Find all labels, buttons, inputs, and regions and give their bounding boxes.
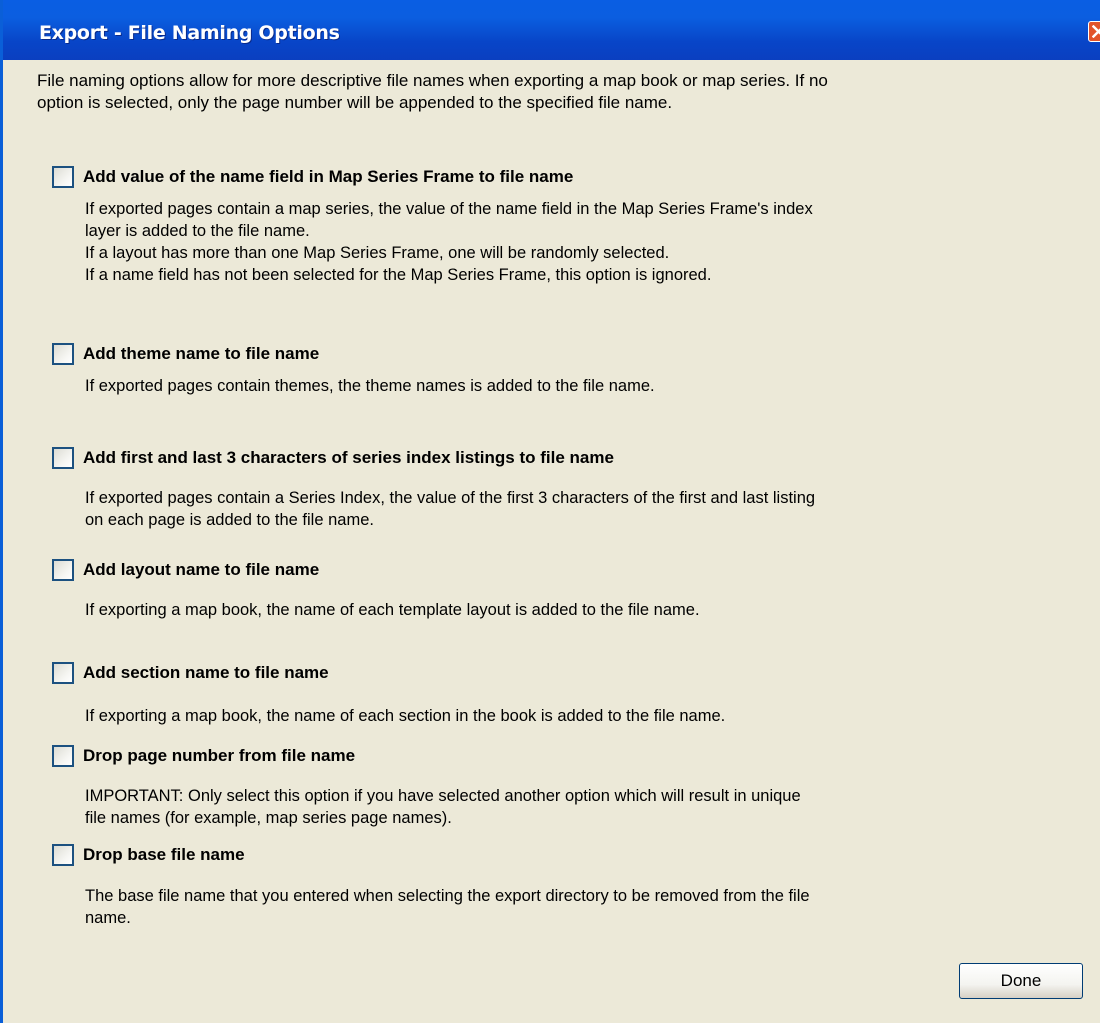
description-line: layer is added to the file name.	[85, 222, 310, 240]
description-line: If exporting a map book, the name of eac…	[85, 601, 700, 619]
file-naming-dialog: Export - File Naming Options File naming…	[0, 0, 1100, 1023]
description-line: on each page is added to the file name.	[85, 511, 374, 529]
option-label: Add section name to file name	[83, 663, 329, 682]
description-line: If a layout has more than one Map Series…	[85, 244, 670, 262]
option-description: IMPORTANT: Only select this option if yo…	[85, 785, 1085, 829]
checkbox-theme-name[interactable]	[52, 343, 74, 365]
option-description: If exporting a map book, the name of eac…	[85, 599, 1085, 621]
checkbox-series-index[interactable]	[52, 447, 74, 469]
option-label: Drop page number from file name	[83, 746, 356, 765]
title-bar[interactable]: Export - File Naming Options	[3, 0, 1100, 60]
option-label: Add first and last 3 characters of serie…	[83, 448, 614, 467]
description-line: If exported pages contain themes, the th…	[85, 377, 655, 395]
checkbox-section-name[interactable]	[52, 662, 74, 684]
intro-line: File naming options allow for more descr…	[37, 71, 828, 90]
checkbox-drop-base-name[interactable]	[52, 844, 74, 866]
done-button[interactable]: Done	[959, 963, 1083, 999]
description-line: If a name field has not been selected fo…	[85, 266, 712, 284]
option-description: If exported pages contain themes, the th…	[85, 375, 1085, 397]
intro-line: option is selected, only the page number…	[37, 93, 673, 112]
description-line: If exported pages contain a map series, …	[85, 200, 813, 218]
description-line: If exporting a map book, the name of eac…	[85, 707, 726, 725]
option-label: Add theme name to file name	[83, 344, 320, 363]
option-label: Add layout name to file name	[83, 560, 320, 579]
checkbox-drop-page-number[interactable]	[52, 745, 74, 767]
description-line: IMPORTANT: Only select this option if yo…	[85, 787, 801, 805]
checkbox-map-series-name[interactable]	[52, 166, 74, 188]
checkbox-layout-name[interactable]	[52, 559, 74, 581]
description-line: name.	[85, 909, 131, 927]
option-description: If exporting a map book, the name of eac…	[85, 705, 1085, 727]
option-description: If exported pages contain a map series, …	[85, 198, 1085, 286]
option-label: Add value of the name field in Map Serie…	[83, 167, 574, 186]
option-label: Drop base file name	[83, 845, 245, 864]
option-description: The base file name that you entered when…	[85, 885, 1085, 929]
intro-text: File naming options allow for more descr…	[37, 70, 1087, 114]
description-line: file names (for example, map series page…	[85, 809, 452, 827]
close-icon[interactable]	[1088, 21, 1100, 42]
description-line: If exported pages contain a Series Index…	[85, 489, 816, 507]
description-line: The base file name that you entered when…	[85, 887, 810, 905]
dialog-title: Export - File Naming Options	[39, 22, 340, 44]
option-description: If exported pages contain a Series Index…	[85, 487, 1085, 531]
